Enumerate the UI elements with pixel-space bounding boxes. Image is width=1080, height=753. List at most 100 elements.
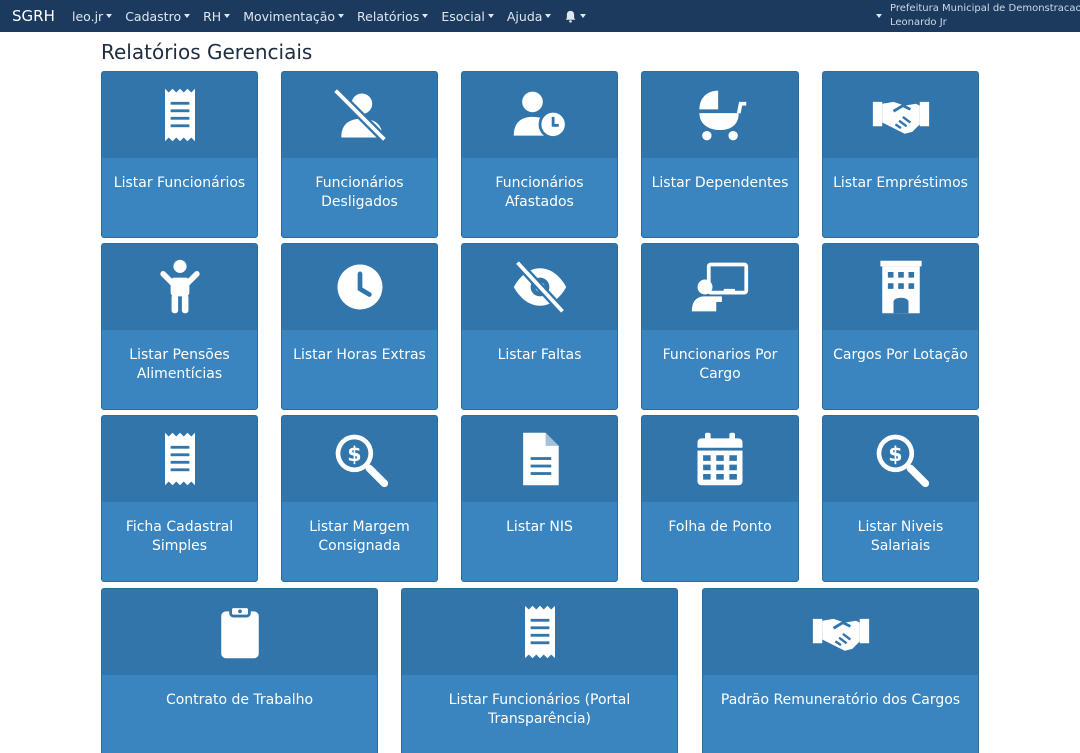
tile-ficha-cadastral-simples[interactable]: Ficha Cadastral Simples <box>101 415 258 582</box>
caret-down-icon <box>184 14 191 18</box>
user-account-menu[interactable]: Prefeitura Municipal de Demonstracao Leo… <box>876 2 1080 30</box>
tile-icon-area <box>102 244 257 330</box>
tile-label: Listar NIS <box>506 519 573 535</box>
caret-down-icon <box>487 14 494 18</box>
menu-label: RH <box>203 8 222 24</box>
receipt-icon <box>150 429 210 489</box>
tile-listar-horas-extras[interactable]: Listar Horas Extras <box>281 243 438 410</box>
tile-contrato-de-trabalho[interactable]: Contrato de Trabalho <box>101 588 378 753</box>
tile-icon-area <box>102 589 377 675</box>
menu-label: Esocial <box>441 8 485 24</box>
tile-label: Listar Funcionários <box>113 175 246 191</box>
tile-icon-area <box>282 72 437 158</box>
tile-icon-area <box>823 72 978 158</box>
caret-down-icon <box>545 14 552 18</box>
tile-label: Cargos Por Lotação <box>833 347 968 363</box>
tile-listar-nis[interactable]: Listar NIS <box>461 415 618 582</box>
tile-label: Funcionarios Por Cargo <box>662 347 778 382</box>
tile-label: Listar Niveis Salariais <box>857 519 944 554</box>
menu-user[interactable]: leo.jr <box>72 8 113 24</box>
tile-cargos-por-lotacao[interactable]: Cargos Por Lotação <box>822 243 979 410</box>
chalkboard-teacher-icon <box>690 257 750 317</box>
receipt-icon <box>510 602 570 662</box>
tile-listar-dependentes[interactable]: Listar Dependentes <box>641 71 799 238</box>
tile-icon-area <box>642 416 798 502</box>
menu-label: Cadastro <box>125 8 182 24</box>
menu-rh[interactable]: RH <box>203 8 231 24</box>
receipt-icon <box>150 85 210 145</box>
handshake-icon <box>811 602 871 662</box>
tile-icon-area <box>642 72 798 158</box>
tile-icon-area <box>462 244 617 330</box>
file-alt-icon <box>510 429 570 489</box>
building-icon <box>871 257 931 317</box>
tile-label: Listar Funcionários (Portal Transparênci… <box>448 692 631 727</box>
tile-listar-niveis-salariais[interactable]: Listar Niveis Salariais <box>822 415 979 582</box>
tile-icon-area <box>102 416 257 502</box>
menu-label: leo.jr <box>72 8 104 24</box>
baby-carriage-icon <box>690 85 750 145</box>
tile-icon-area <box>282 416 437 502</box>
tile-funcionarios-afastados[interactable]: Funcionários Afastados <box>461 71 618 238</box>
tile-icon-area <box>282 244 437 330</box>
tile-label: Contrato de Trabalho <box>165 692 314 708</box>
tile-label: Padrão Remuneratório dos Cargos <box>720 692 961 708</box>
user-name: Leonardo Jr <box>890 17 947 28</box>
tile-listar-faltas[interactable]: Listar Faltas <box>461 243 618 410</box>
user-clock-icon <box>510 85 570 145</box>
page-title: Relatórios Gerenciais <box>101 40 313 64</box>
menu-label: Ajuda <box>506 8 543 24</box>
caret-down-icon <box>106 14 113 18</box>
tile-label: Funcionários Afastados <box>495 175 584 210</box>
caret-down-icon <box>580 14 587 18</box>
tile-icon-area <box>102 72 257 158</box>
tile-label: Listar Dependentes <box>651 175 789 191</box>
tile-funcionarios-desligados[interactable]: Funcionários Desligados <box>281 71 438 238</box>
caret-down-icon <box>876 14 882 18</box>
organization-name: Prefeitura Municipal de Demonstracao <box>890 3 1080 14</box>
tile-icon-area <box>642 244 798 330</box>
menu-esocial[interactable]: Esocial <box>441 9 494 24</box>
child-icon <box>150 257 210 317</box>
tile-icon-area <box>462 416 617 502</box>
tile-label: Listar Margem Consignada <box>309 519 410 554</box>
caret-down-icon <box>422 14 429 18</box>
tile-folha-de-ponto[interactable]: Folha de Ponto <box>641 415 799 582</box>
eye-slash-icon <box>510 257 570 317</box>
tile-listar-funcionarios-portal-transparencia[interactable]: Listar Funcionários (Portal Transparênci… <box>401 588 678 753</box>
tile-icon-area <box>402 589 677 675</box>
menu-cadastro[interactable]: Cadastro <box>125 8 191 24</box>
tile-label: Listar Faltas <box>497 347 582 363</box>
clock-icon <box>330 257 390 317</box>
tile-listar-funcionarios[interactable]: Listar Funcionários <box>101 71 258 238</box>
menu-movimentacao[interactable]: Movimentação <box>243 8 345 24</box>
tile-padrao-remuneratorio-dos-cargos[interactable]: Padrão Remuneratório dos Cargos <box>702 588 979 753</box>
main-menu: leo.jr Cadastro RH Movimentação Relatóri… <box>72 0 599 32</box>
tile-icon-area <box>823 416 978 502</box>
tile-label: Ficha Cadastral Simples <box>125 519 234 554</box>
tile-listar-margem-consignada[interactable]: Listar Margem Consignada <box>281 415 438 582</box>
tile-label: Funcionários Desligados <box>315 175 404 210</box>
bell-icon <box>566 10 576 23</box>
menu-ajuda[interactable]: Ajuda <box>507 9 552 24</box>
brand-logo[interactable]: SGRH <box>12 7 55 25</box>
menu-relatorios[interactable]: Relatórios <box>357 8 429 24</box>
clipboard-icon <box>210 602 270 662</box>
tile-icon-area <box>703 589 978 675</box>
caret-down-icon <box>224 14 231 18</box>
tile-label: Folha de Ponto <box>668 519 772 535</box>
caret-down-icon <box>338 14 345 18</box>
tile-icon-area <box>823 244 978 330</box>
menu-label: Movimentação <box>243 8 336 24</box>
tile-label: Listar Pensões Alimentícias <box>129 347 230 382</box>
tile-listar-pensoes-alimenticias[interactable]: Listar Pensões Alimentícias <box>101 243 258 410</box>
tile-icon-area <box>462 72 617 158</box>
tile-listar-emprestimos[interactable]: Listar Empréstimos <box>822 71 979 238</box>
notifications-menu[interactable] <box>564 10 587 23</box>
user-slash-icon <box>330 85 390 145</box>
menu-label: Relatórios <box>357 8 420 24</box>
tile-funcionarios-por-cargo[interactable]: Funcionarios Por Cargo <box>641 243 799 410</box>
handshake-icon <box>871 85 931 145</box>
search-dollar-icon <box>330 429 390 489</box>
calendar-icon <box>690 429 750 489</box>
